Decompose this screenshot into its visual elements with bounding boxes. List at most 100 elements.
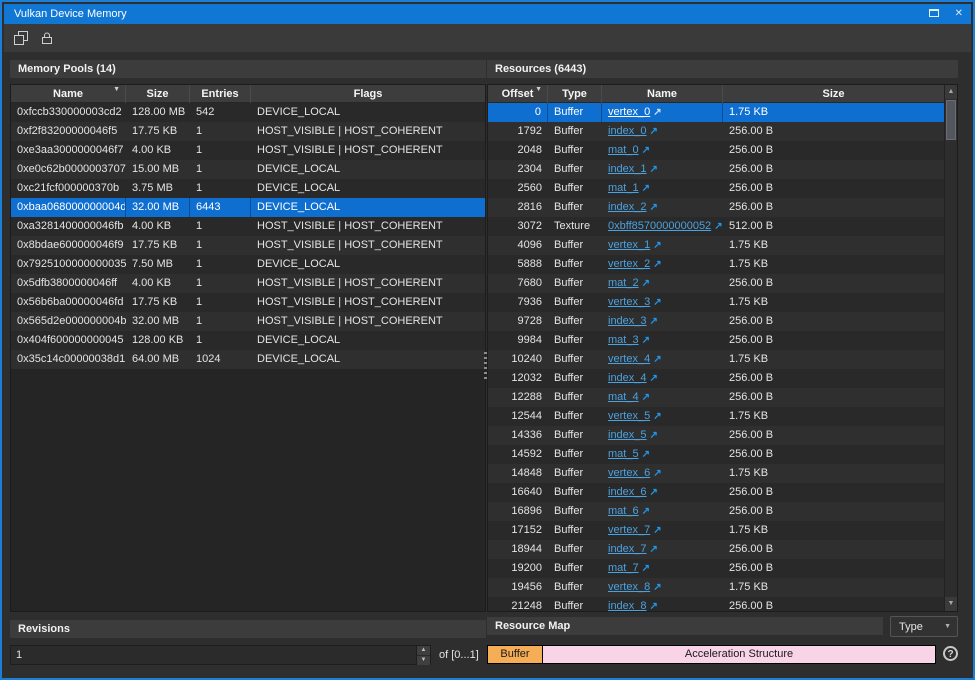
resource-link[interactable]: index_2	[608, 201, 647, 213]
resource-link[interactable]: mat_1	[608, 182, 639, 194]
scrollbar-thumb[interactable]	[946, 100, 956, 140]
goto-resource-icon[interactable]: ↗	[642, 506, 650, 517]
resource-map-segment[interactable]: Buffer	[487, 645, 543, 664]
table-row[interactable]: 14592Buffermat_5↗256.00 B	[488, 445, 944, 464]
goto-resource-icon[interactable]: ↗	[653, 107, 661, 118]
goto-resource-icon[interactable]: ↗	[650, 164, 658, 175]
resource-link[interactable]: index_3	[608, 315, 647, 327]
table-row[interactable]: 7680Buffermat_2↗256.00 B	[488, 274, 944, 293]
resource-link[interactable]: vertex_8	[608, 581, 650, 593]
table-row[interactable]: 0xe3aa3000000046f74.00 KB1HOST_VISIBLE |…	[11, 141, 485, 160]
table-row[interactable]: 2816Bufferindex_2↗256.00 B	[488, 198, 944, 217]
column-header-pool-name[interactable]: Name ▼	[11, 85, 126, 103]
scrollbar-track[interactable]	[945, 99, 957, 597]
spin-up-icon[interactable]: ▲	[417, 646, 430, 656]
revision-input[interactable]	[11, 646, 416, 664]
resource-link[interactable]: 0xbff8570000000052	[608, 220, 711, 232]
table-row[interactable]: 21248Bufferindex_8↗256.00 B	[488, 597, 944, 612]
column-header-type[interactable]: Type	[548, 85, 602, 103]
column-header-pool-size[interactable]: Size	[126, 85, 190, 103]
table-row[interactable]: 0x79251000000000357.50 MB1DEVICE_LOCAL	[11, 255, 485, 274]
resource-link[interactable]: index_0	[608, 125, 647, 137]
goto-resource-icon[interactable]: ↗	[650, 202, 658, 213]
table-row[interactable]: 14336Bufferindex_5↗256.00 B	[488, 426, 944, 445]
goto-resource-icon[interactable]: ↗	[653, 240, 661, 251]
goto-resource-icon[interactable]: ↗	[650, 430, 658, 441]
resource-link[interactable]: mat_3	[608, 334, 639, 346]
table-row[interactable]: 18944Bufferindex_7↗256.00 B	[488, 540, 944, 559]
goto-resource-icon[interactable]: ↗	[642, 278, 650, 289]
goto-resource-icon[interactable]: ↗	[650, 544, 658, 555]
scroll-up-icon[interactable]: ▲	[945, 85, 957, 99]
table-row[interactable]: 12032Bufferindex_4↗256.00 B	[488, 369, 944, 388]
resource-link[interactable]: vertex_3	[608, 296, 650, 308]
resource-link[interactable]: index_7	[608, 543, 647, 555]
table-row[interactable]: 19200Buffermat_7↗256.00 B	[488, 559, 944, 578]
float-window-button[interactable]	[12, 29, 30, 47]
table-row[interactable]: 2304Bufferindex_1↗256.00 B	[488, 160, 944, 179]
goto-resource-icon[interactable]: ↗	[650, 373, 658, 384]
table-row[interactable]: 0xf2f83200000046f517.75 KB1HOST_VISIBLE …	[11, 122, 485, 141]
column-header-name[interactable]: Name	[602, 85, 723, 103]
goto-resource-icon[interactable]: ↗	[653, 582, 661, 593]
resource-link[interactable]: mat_6	[608, 505, 639, 517]
goto-resource-icon[interactable]: ↗	[653, 297, 661, 308]
resource-link[interactable]: index_5	[608, 429, 647, 441]
table-row[interactable]: 0xe0c62b000000370715.00 MB1DEVICE_LOCAL	[11, 160, 485, 179]
goto-resource-icon[interactable]: ↗	[653, 259, 661, 270]
goto-resource-icon[interactable]: ↗	[650, 601, 658, 612]
goto-resource-icon[interactable]: ↗	[650, 126, 658, 137]
table-row[interactable]: 4096Buffervertex_1↗1.75 KB	[488, 236, 944, 255]
table-row[interactable]: 5888Buffervertex_2↗1.75 KB	[488, 255, 944, 274]
resource-link[interactable]: mat_5	[608, 448, 639, 460]
resource-map-filter-dropdown[interactable]: Type ▼	[890, 616, 958, 637]
table-row[interactable]: 14848Buffervertex_6↗1.75 KB	[488, 464, 944, 483]
goto-resource-icon[interactable]: ↗	[642, 392, 650, 403]
column-header-pool-flags[interactable]: Flags	[251, 85, 485, 103]
titlebar[interactable]: Vulkan Device Memory ✕	[4, 4, 971, 24]
table-row[interactable]: 0x35c14c00000038d164.00 MB1024DEVICE_LOC…	[11, 350, 485, 369]
table-row[interactable]: 7936Buffervertex_3↗1.75 KB	[488, 293, 944, 312]
table-row[interactable]: 3072Texture0xbff8570000000052↗512.00 B	[488, 217, 944, 236]
maximize-button[interactable]	[929, 8, 939, 20]
resource-link[interactable]: vertex_7	[608, 524, 650, 536]
table-row[interactable]: 0xc21fcf000000370b3.75 MB1DEVICE_LOCAL	[11, 179, 485, 198]
goto-resource-icon[interactable]: ↗	[653, 411, 661, 422]
resource-link[interactable]: index_4	[608, 372, 647, 384]
table-row[interactable]: 2048Buffermat_0↗256.00 B	[488, 141, 944, 160]
scroll-down-icon[interactable]: ▼	[945, 597, 957, 611]
table-row[interactable]: 0x565d2e000000004b32.00 MB1HOST_VISIBLE …	[11, 312, 485, 331]
resource-link[interactable]: vertex_1	[608, 239, 650, 251]
resource-link[interactable]: mat_0	[608, 144, 639, 156]
table-row[interactable]: 1792Bufferindex_0↗256.00 B	[488, 122, 944, 141]
resource-link[interactable]: mat_7	[608, 562, 639, 574]
goto-resource-icon[interactable]: ↗	[650, 316, 658, 327]
column-header-offset[interactable]: Offset ▼	[488, 85, 548, 103]
goto-resource-icon[interactable]: ↗	[653, 354, 661, 365]
table-row[interactable]: 0xfccb330000003cd2128.00 MB542DEVICE_LOC…	[11, 103, 485, 122]
table-row[interactable]: 10240Buffervertex_4↗1.75 KB	[488, 350, 944, 369]
revision-spinner[interactable]: ▲ ▼	[10, 645, 431, 665]
goto-resource-icon[interactable]: ↗	[650, 487, 658, 498]
table-row[interactable]: 0Buffervertex_0↗1.75 KB	[488, 103, 944, 122]
table-row[interactable]: 16896Buffermat_6↗256.00 B	[488, 502, 944, 521]
table-row[interactable]: 12544Buffervertex_5↗1.75 KB	[488, 407, 944, 426]
resource-link[interactable]: vertex_6	[608, 467, 650, 479]
resource-link[interactable]: mat_4	[608, 391, 639, 403]
table-row[interactable]: 0xbaa068000000004d32.00 MB6443DEVICE_LOC…	[11, 198, 485, 217]
help-icon[interactable]: ?	[943, 646, 958, 661]
table-row[interactable]: 0x8bdae600000046f917.75 KB1HOST_VISIBLE …	[11, 236, 485, 255]
resources-scrollbar[interactable]: ▲ ▼	[944, 85, 957, 611]
goto-resource-icon[interactable]: ↗	[642, 449, 650, 460]
column-header-pool-entries[interactable]: Entries	[190, 85, 251, 103]
table-row[interactable]: 2560Buffermat_1↗256.00 B	[488, 179, 944, 198]
table-row[interactable]: 0xa3281400000046fb4.00 KB1HOST_VISIBLE |…	[11, 217, 485, 236]
goto-resource-icon[interactable]: ↗	[642, 183, 650, 194]
resource-link[interactable]: mat_2	[608, 277, 639, 289]
table-row[interactable]: 0x404f600000000045128.00 KB1DEVICE_LOCAL	[11, 331, 485, 350]
table-row[interactable]: 0x5dfb3800000046ff4.00 KB1HOST_VISIBLE |…	[11, 274, 485, 293]
lock-button[interactable]	[38, 29, 56, 47]
table-row[interactable]: 12288Buffermat_4↗256.00 B	[488, 388, 944, 407]
table-row[interactable]: 16640Bufferindex_6↗256.00 B	[488, 483, 944, 502]
resource-link[interactable]: vertex_4	[608, 353, 650, 365]
